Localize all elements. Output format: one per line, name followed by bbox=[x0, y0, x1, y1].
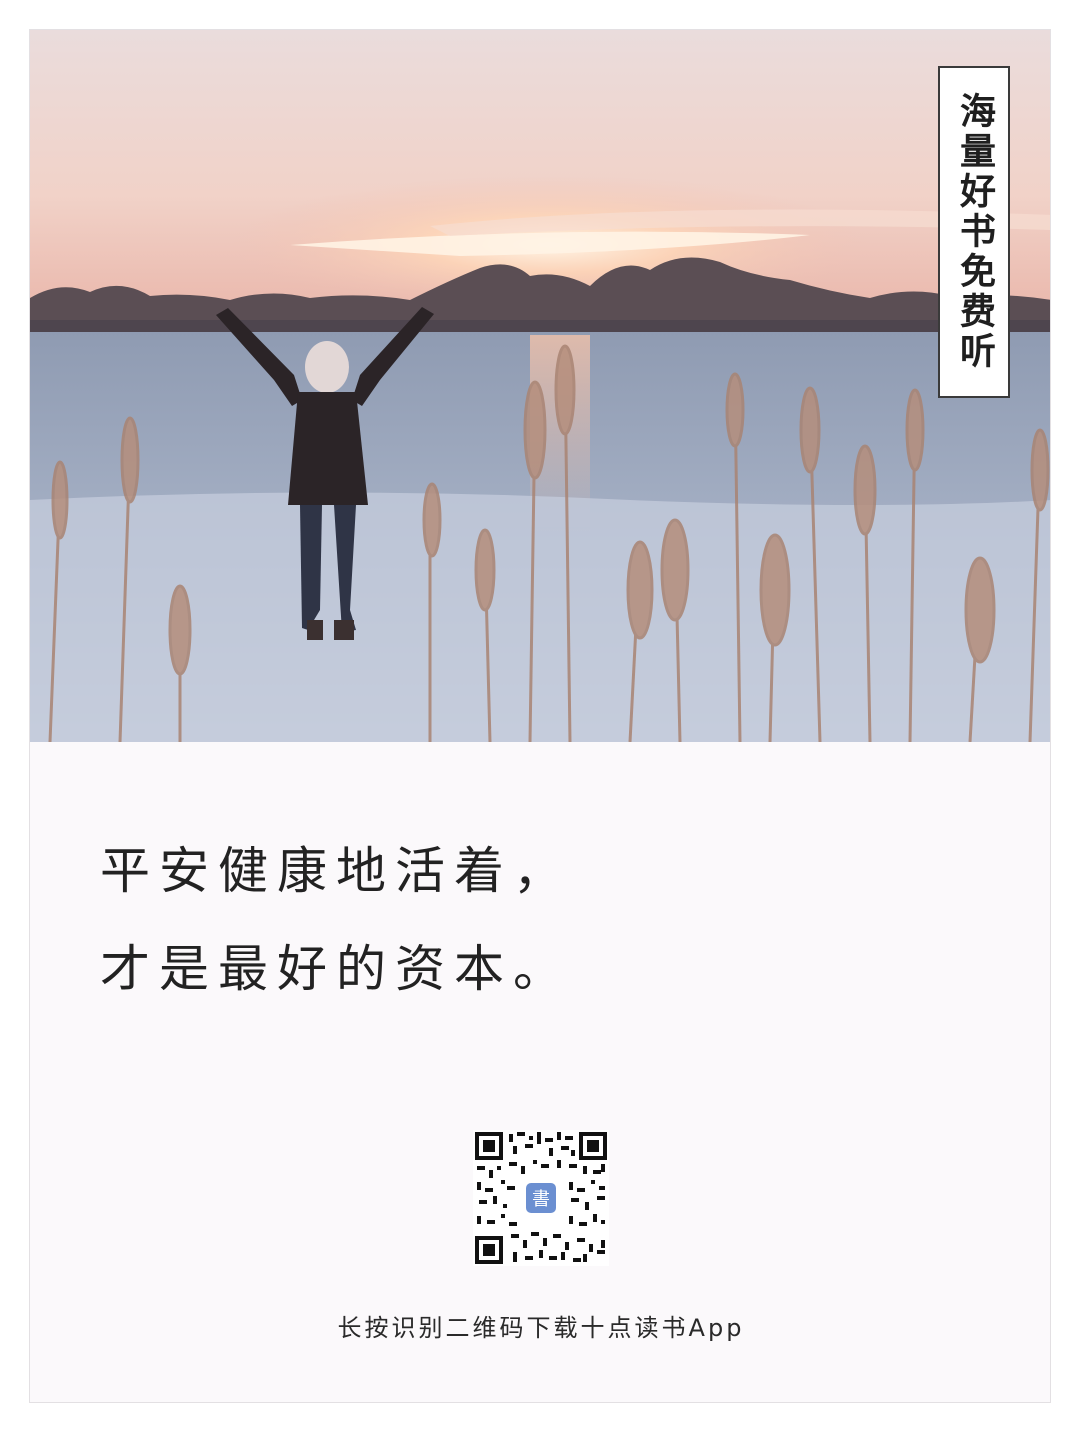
quote-block: 平安健康地活着， 才是最好的资本。 bbox=[100, 822, 572, 1018]
qr-code[interactable]: 書 bbox=[473, 1130, 609, 1266]
qr-center-icon: 書 bbox=[532, 1189, 550, 1210]
hero-photo: 海量好书免费听 bbox=[30, 30, 1050, 742]
badge-text: 海量好书免费听 bbox=[954, 92, 995, 372]
download-caption: 长按识别二维码下载十点读书App bbox=[337, 1314, 745, 1342]
poster-card: 海量好书免费听 平安健康地活着， 才是最好的资本。 書 长按识别二维码下载十点读… bbox=[29, 29, 1051, 1403]
quote-line-2: 才是最好的资本。 bbox=[100, 940, 572, 998]
winter-lake-sunset-image bbox=[30, 30, 1050, 742]
qr-code-image: 書 bbox=[473, 1130, 609, 1266]
quote-line-1: 平安健康地活着， bbox=[100, 842, 572, 900]
free-listening-badge: 海量好书免费听 bbox=[938, 66, 1010, 398]
